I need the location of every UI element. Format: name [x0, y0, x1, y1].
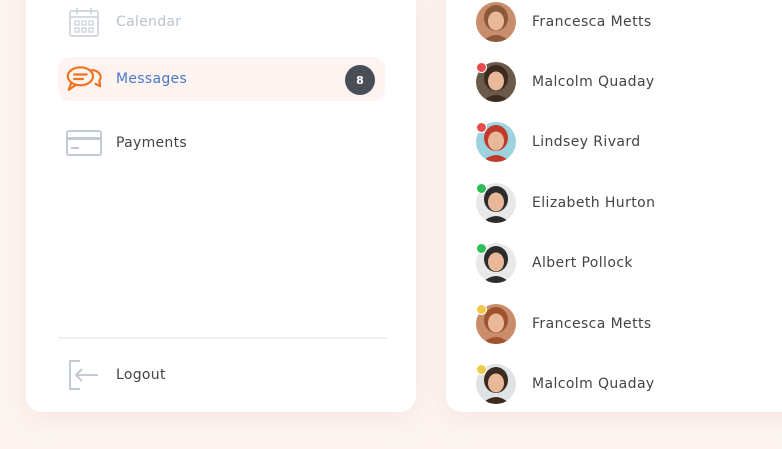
contact-name: Francesca Metts [532, 316, 652, 332]
contact-name: Francesca Metts [532, 14, 652, 30]
contact-name: Malcolm Quaday [532, 376, 655, 392]
sidebar-item-messages[interactable]: Messages 8 [58, 57, 385, 101]
status-indicator [476, 364, 487, 375]
status-indicator [476, 304, 487, 315]
sidebar-item-label: Calendar [116, 14, 182, 30]
sidebar-item-label: Logout [116, 367, 166, 383]
contact-list-item[interactable]: Francesca Metts [476, 302, 652, 346]
contact-list-item[interactable]: Elizabeth Hurton [476, 181, 655, 225]
sidebar-item-payments[interactable]: Payments [58, 121, 385, 165]
divider [58, 337, 388, 339]
calendar-icon [66, 4, 102, 40]
contact-list-item[interactable]: Albert Pollock [476, 241, 633, 285]
status-indicator [476, 183, 487, 194]
contact-name: Albert Pollock [532, 255, 633, 271]
contact-name: Elizabeth Hurton [532, 195, 656, 211]
unread-count-badge: 8 [345, 65, 375, 95]
avatar[interactable] [476, 122, 516, 162]
avatar[interactable] [476, 243, 516, 283]
sidebar-item-label: Messages [116, 71, 188, 87]
logout-icon [66, 357, 102, 393]
contact-list-item[interactable]: Lindsey Rivard [476, 120, 641, 164]
sidebar-item-calendar[interactable]: Calendar [58, 0, 385, 44]
contact-list-item[interactable]: Malcolm Quaday [476, 362, 655, 406]
sidebar-panel: Calendar Messages 8 Payments Logout [26, 0, 416, 412]
status-indicator [476, 122, 487, 133]
avatar[interactable] [476, 364, 516, 404]
contacts-panel: Francesca Metts Malcolm Quaday Lindsey Riv… [446, 0, 782, 412]
status-indicator [476, 243, 487, 254]
avatar[interactable] [476, 304, 516, 344]
logout-button[interactable]: Logout [58, 353, 385, 397]
contact-list-item[interactable]: Malcolm Quaday [476, 60, 655, 104]
avatar[interactable] [476, 2, 516, 42]
contact-name: Malcolm Quaday [532, 74, 655, 90]
contact-name: Lindsey Rivard [532, 134, 641, 150]
avatar[interactable] [476, 62, 516, 102]
contact-list-item[interactable]: Francesca Metts [476, 0, 652, 44]
sidebar-item-label: Payments [116, 135, 187, 151]
credit-card-icon [66, 125, 102, 161]
chat-bubbles-icon [66, 61, 102, 97]
avatar[interactable] [476, 183, 516, 223]
status-indicator [476, 62, 487, 73]
